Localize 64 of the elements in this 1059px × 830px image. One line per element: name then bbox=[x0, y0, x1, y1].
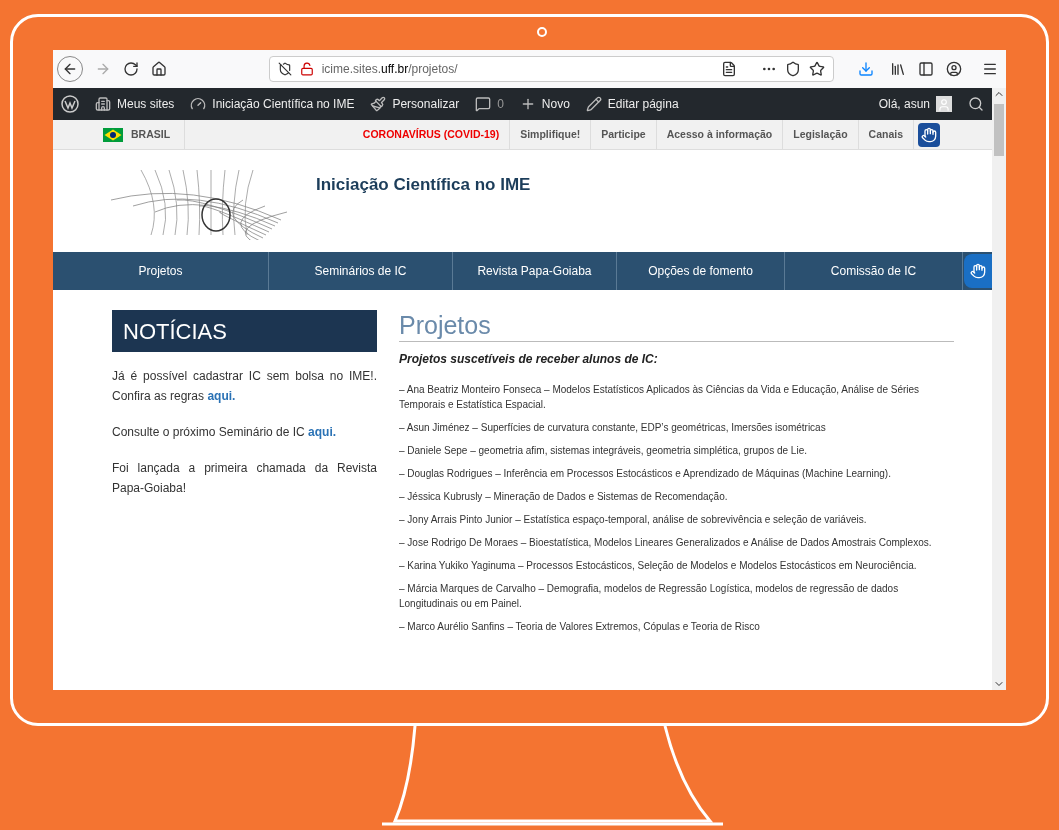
sign-language-icon[interactable] bbox=[918, 122, 940, 147]
news-paragraph: Foi lançada a primeira chamada da Revista Papa-Goiaba! bbox=[112, 460, 377, 497]
nav-link[interactable]: Comissão de IC bbox=[785, 252, 963, 290]
nav-link[interactable]: Revista Papa-Goiaba bbox=[453, 252, 617, 290]
project-item: – Douglas Rodrigues – Inferência em Processos Estocásticos e Aprendizado de Máquinas (Machine Learning). bbox=[399, 467, 892, 481]
address-bar[interactable]: icime.sites.uff.br/projetos/ bbox=[268, 56, 834, 82]
star-icon bbox=[809, 61, 825, 77]
scrollbar-thumb[interactable] bbox=[994, 104, 1004, 156]
project-item: – Daniele Sepe – geometria afim, sistemas integráveis, geometria simplética, grupos de Lie. bbox=[399, 444, 808, 458]
gauge-icon bbox=[190, 96, 207, 112]
admin-bar-link[interactable]: Personalizar bbox=[370, 95, 460, 113]
pencil-icon bbox=[585, 96, 602, 112]
page-subtitle: Projetos suscetíveis de receber alunos de IC: bbox=[399, 351, 659, 368]
page-heading: Projetos bbox=[399, 310, 954, 342]
project-item: – Márcia Marques de Carvalho – Demografia, modelos de Regressão Logística, modelos de regressão de dados Longitudinais ou em Painel. bbox=[399, 582, 900, 611]
home-icon bbox=[150, 61, 167, 77]
lock-icon bbox=[299, 62, 314, 76]
government-link[interactable]: Legislação bbox=[782, 120, 858, 149]
news-paragraph: Já é possível cadastrar IC sem bolsa no IME!. Confira as regras aqui. bbox=[112, 368, 377, 405]
shield-icon bbox=[785, 61, 801, 77]
avatar-icon bbox=[936, 96, 952, 112]
government-link[interactable]: Acesso à informação bbox=[655, 120, 783, 149]
project-item: – Marco Aurélio Sanfins – Teoria de Valores Extremos, Cópulas e Teoria de Risco bbox=[399, 620, 761, 634]
admin-bar-link[interactable]: Novo bbox=[519, 95, 570, 113]
project-item: – Karina Yukiko Yaginuma – Processos Estocásticos, Seleção de Modelos e Modelos Estocásticos em Neurociência. bbox=[399, 559, 918, 573]
project-item: – Jose Rodrigo De Moraes – Bioestatística, Modelos Lineares Generalizados e Análise de Dados Amostrais Complexos. bbox=[399, 536, 933, 550]
government-link[interactable]: Participe bbox=[590, 120, 656, 149]
sidebar-icon bbox=[918, 61, 934, 77]
speech-bubble-icon bbox=[475, 96, 492, 112]
brazil-flag-icon bbox=[103, 127, 123, 142]
url-text: icime.sites.uff.br/projetos/ bbox=[321, 61, 458, 78]
news-heading: NOTÍCIAS bbox=[112, 310, 377, 352]
project-item: – Jéssica Kubrusly – Mineração de Dados e Sistemas de Recomendação. bbox=[399, 490, 729, 504]
menu-icon bbox=[982, 61, 998, 77]
country-label: BRASIL bbox=[131, 126, 171, 142]
reader-icon bbox=[721, 61, 737, 77]
project-item: – Jony Arrais Pinto Junior – Estatística espaço-temporal, análise de sobrevivência e seleção de variáveis. bbox=[399, 513, 868, 527]
wordpress-logo-icon bbox=[61, 95, 79, 113]
admin-bar-link[interactable]: 0 bbox=[475, 95, 504, 113]
search-icon bbox=[968, 96, 984, 112]
admin-bar-link[interactable]: Editar página bbox=[585, 95, 679, 113]
reload-icon bbox=[122, 61, 139, 77]
site-title: Iniciação Científica no IME bbox=[316, 174, 531, 196]
buildings-icon bbox=[95, 96, 111, 112]
project-item: – Ana Beatriz Monteiro Fonseca – Modelos Estatísticos Aplicados às Ciências da Vida e Educação, Análise de Séries Temporais e Estatística Espacial. bbox=[399, 383, 921, 412]
shield-icon bbox=[277, 62, 292, 76]
account-icon bbox=[946, 61, 962, 77]
news-paragraph: Consulte o próximo Seminário de IC aqui. bbox=[112, 424, 338, 441]
sign-language-icon[interactable] bbox=[964, 254, 992, 288]
account-link[interactable]: Olá, asun bbox=[878, 95, 952, 113]
download-icon bbox=[858, 61, 874, 77]
government-link[interactable]: Simplifique! bbox=[509, 120, 591, 149]
nav-link[interactable]: Opções de fomento bbox=[617, 252, 785, 290]
nav-link[interactable]: Projetos bbox=[53, 252, 269, 290]
government-link[interactable]: CORONAVÍRUS (COVID-19) bbox=[352, 120, 510, 149]
nav-link[interactable]: Seminários de IC bbox=[269, 252, 453, 290]
link[interactable]: aqui. bbox=[308, 425, 337, 439]
library-icon bbox=[890, 61, 906, 77]
project-item: – Asun Jiménez – Superfícies de curvatura constante, EDP’s geométricas, Imersões isométricas bbox=[399, 421, 827, 435]
admin-bar-link[interactable]: Iniciação Científica no IME bbox=[190, 95, 355, 113]
government-link[interactable]: Canais bbox=[857, 120, 913, 149]
paintbrush-icon bbox=[370, 96, 387, 112]
link[interactable]: aqui. bbox=[207, 389, 236, 403]
admin-bar-link[interactable]: Meus sites bbox=[95, 95, 175, 113]
